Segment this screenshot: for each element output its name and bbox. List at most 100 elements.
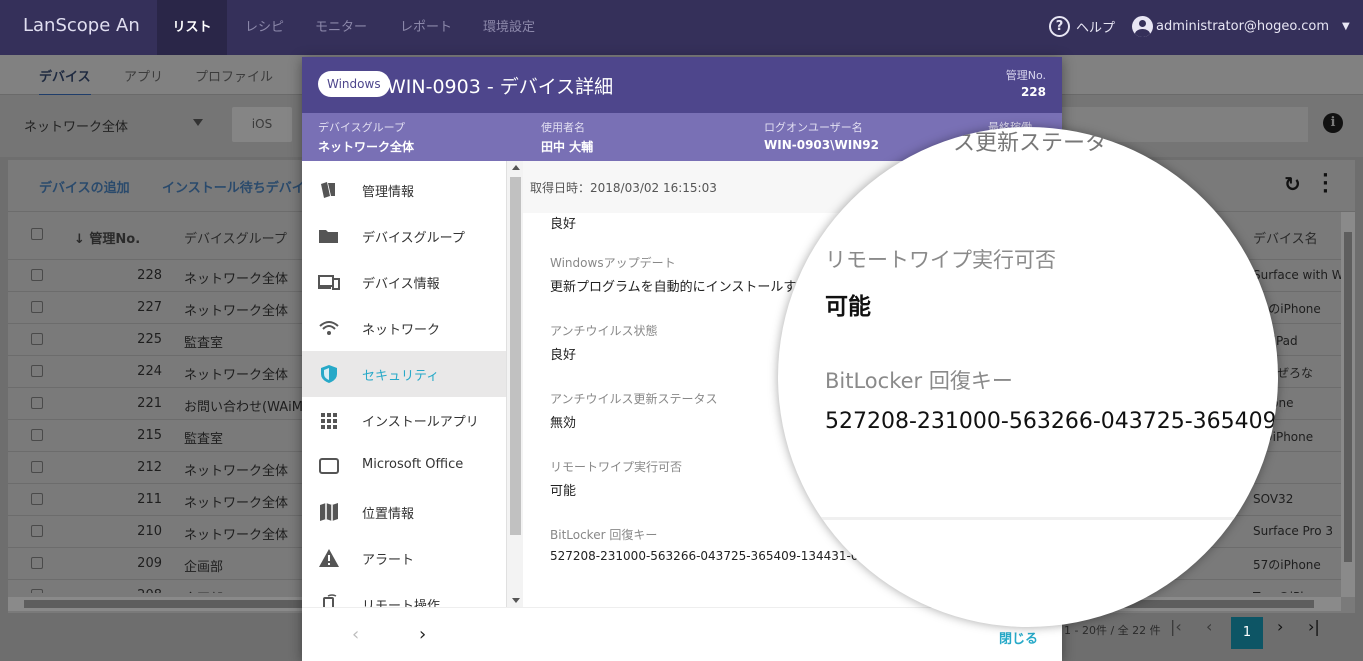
row-checkbox[interactable]	[31, 557, 43, 569]
menu-device-info[interactable]: デバイス情報	[302, 259, 506, 305]
row-mgmt-no: 221	[137, 396, 162, 411]
menu-network[interactable]: ネットワーク	[302, 305, 506, 351]
antivirus-status-value: 良好	[550, 348, 577, 363]
row-group: 監査室	[184, 432, 224, 447]
vertical-scrollbar[interactable]	[1341, 212, 1355, 597]
tab-apps[interactable]: アプリ	[124, 66, 163, 85]
menu-alert[interactable]: アラート	[302, 535, 506, 581]
menu-management-info[interactable]: 管理情報	[302, 167, 506, 213]
tab-profiles[interactable]: プロファイル	[195, 66, 273, 85]
antivirus-update-label: アンチウイルス更新ステータス	[550, 392, 718, 406]
antivirus-status-label: アンチウイルス状態	[550, 324, 658, 338]
nav-monitor[interactable]: モニター	[315, 0, 367, 55]
menu-label: 管理情報	[362, 185, 415, 200]
brand-logo[interactable]: LanScope An	[23, 15, 140, 36]
page-1-button[interactable]: 1	[1231, 617, 1263, 649]
next-page-icon[interactable]: ›	[1277, 617, 1283, 636]
folder-icon	[319, 230, 338, 243]
row-device-name: TaroのiPhone	[1253, 588, 1344, 593]
row-group: ネットワーク全体	[184, 528, 289, 543]
row-device-name: SOV32	[1253, 492, 1294, 506]
info-icon[interactable]: i	[1323, 113, 1343, 133]
select-caret-icon[interactable]	[193, 119, 203, 126]
group-select[interactable]: ネットワーク全体	[24, 116, 128, 135]
menu-remote-ops[interactable]: リモート操作	[302, 581, 506, 607]
menu-scrollbar[interactable]	[506, 161, 523, 607]
row-checkbox[interactable]	[31, 269, 43, 281]
nav-report[interactable]: レポート	[400, 0, 452, 55]
row-group: ネットワーク全体	[184, 464, 289, 479]
help-button[interactable]: ? ヘルプ	[1049, 16, 1115, 37]
refresh-icon[interactable]: ↻	[1284, 172, 1301, 196]
menu-label: アラート	[362, 553, 415, 568]
close-button[interactable]: 閉じる	[999, 628, 1038, 647]
zoom-remote-wipe-label: リモートワイプ実行可否	[825, 248, 1056, 272]
row-checkbox[interactable]	[31, 461, 43, 473]
row-checkbox[interactable]	[31, 493, 43, 505]
map-icon	[320, 503, 338, 521]
menu-label: インストールアプリ	[362, 415, 479, 430]
pager-range: 1 - 20件 / 全 22 件	[1064, 624, 1161, 637]
remote-phone-icon	[323, 594, 337, 607]
logon-value: WIN-0903\WIN92	[764, 138, 879, 152]
row-checkbox[interactable]	[31, 589, 43, 593]
menu-label: 位置情報	[362, 507, 415, 522]
windows-update-label: Windowsアップデート	[550, 256, 676, 270]
row-device-name: b	[1253, 460, 1344, 474]
add-device-link[interactable]: デバイスの追加	[39, 177, 130, 196]
row-mgmt-no: 209	[137, 556, 162, 571]
menu-label: セキュリティ	[362, 369, 440, 384]
row-checkbox[interactable]	[31, 525, 43, 537]
install-pending-link[interactable]: インストール待ちデバイ	[162, 177, 305, 196]
user-value: 田中 大輔	[541, 140, 594, 154]
select-all-checkbox[interactable]	[31, 228, 43, 240]
mgmt-no-value: 228	[1020, 85, 1046, 99]
menu-security[interactable]: セキュリティ	[302, 351, 506, 397]
row-mgmt-no: 227	[137, 300, 162, 315]
windows-update-value: 更新プログラムを自動的にインストールす	[550, 280, 797, 295]
zoom-divider	[778, 517, 1278, 520]
more-vert-icon[interactable]: · · ·	[1322, 167, 1329, 201]
row-checkbox[interactable]	[31, 365, 43, 377]
row-group: ネットワーク全体	[184, 496, 289, 511]
group-value: ネットワーク全体	[318, 140, 415, 154]
header-mgmt-no[interactable]: ↓ 管理No.	[74, 228, 140, 247]
row-mgmt-no: 212	[137, 460, 162, 475]
row-checkbox[interactable]	[31, 397, 43, 409]
os-filter-ios[interactable]: iOS	[232, 107, 292, 142]
menu-microsoft-office[interactable]: Microsoft Office	[302, 443, 506, 489]
row-checkbox[interactable]	[31, 429, 43, 441]
row-device-name: 57のiPhone	[1253, 558, 1321, 572]
row-mgmt-no: 210	[137, 524, 162, 539]
row-mgmt-no: 225	[137, 332, 162, 347]
prev-device-icon[interactable]: ‹	[352, 624, 359, 645]
cards-icon	[321, 182, 335, 198]
row-checkbox[interactable]	[31, 301, 43, 313]
next-device-icon[interactable]: ›	[419, 624, 426, 645]
row-group: 監査室	[184, 336, 224, 351]
menu-installed-apps[interactable]: インストールアプリ	[302, 397, 506, 443]
nav-recipe[interactable]: レシピ	[245, 0, 284, 55]
header-group[interactable]: デバイスグループ	[184, 228, 287, 247]
zoom-magnifier: ス更新ステータ リモートワイプ実行可否 可能 BitLocker 回復キー 52…	[778, 127, 1278, 627]
last-page-icon[interactable]: ›|	[1308, 617, 1320, 636]
first-page-icon[interactable]: |‹	[1170, 617, 1182, 636]
prev-page-icon[interactable]: ‹	[1206, 617, 1212, 636]
nav-list[interactable]: リスト	[157, 0, 227, 55]
user-menu[interactable]: administrator@hogeo.com ▼	[1132, 16, 1350, 37]
mgmt-no-label: 管理No.	[1005, 69, 1046, 82]
zoom-ghost-label: ス更新ステータ	[953, 131, 1108, 156]
tab-devices[interactable]: デバイス	[39, 66, 91, 97]
remote-wipe-label: リモートワイプ実行可否	[550, 460, 683, 474]
row-group: ネットワーク全体	[184, 368, 289, 383]
zoom-bitlocker-value: 527208-231000-563266-043725-365409-134	[825, 409, 1278, 434]
nav-settings[interactable]: 環境設定	[483, 0, 535, 55]
os-badge: Windows	[318, 71, 390, 97]
menu-device-group[interactable]: デバイスグループ	[302, 213, 506, 259]
menu-location[interactable]: 位置情報	[302, 489, 506, 535]
detail-menu: 管理情報 デバイスグループ デバイス情報 ネットワーク セキュリティ インストー…	[302, 161, 508, 607]
row-mgmt-no: 211	[137, 492, 162, 507]
row-checkbox[interactable]	[31, 333, 43, 345]
header-device-name[interactable]: デバイス名	[1253, 228, 1318, 247]
chevron-down-icon: ▼	[1342, 21, 1350, 32]
